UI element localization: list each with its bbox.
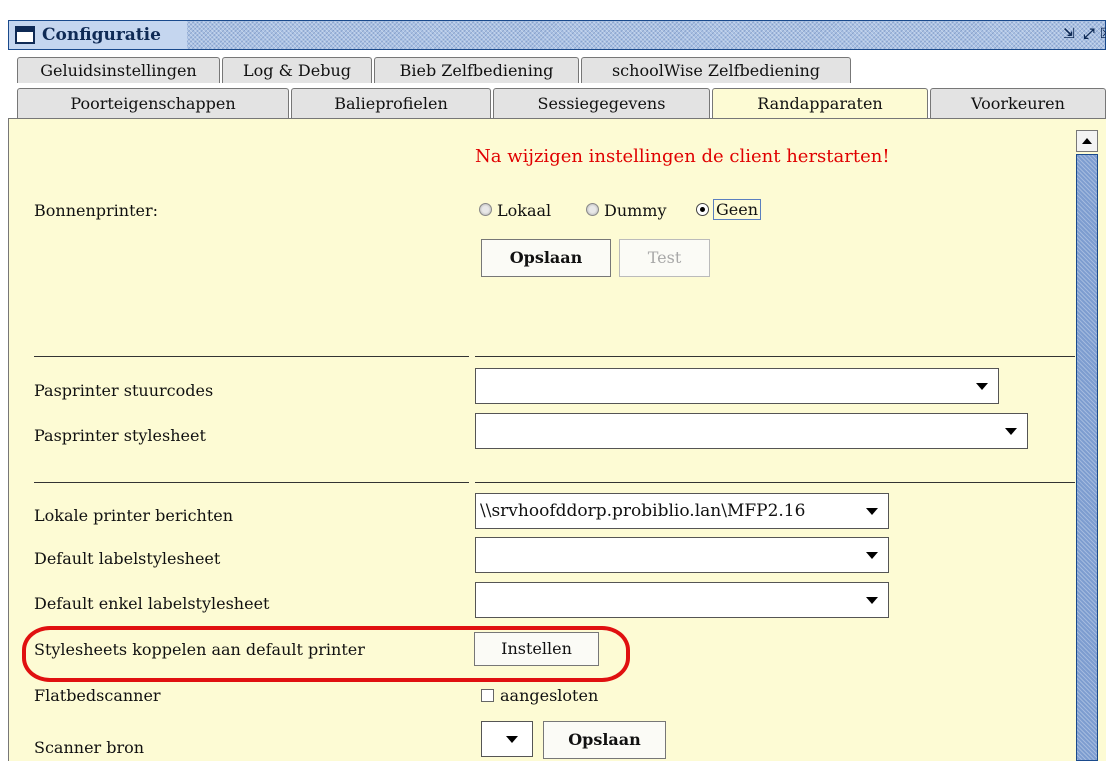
- window-icon: [15, 26, 35, 44]
- bonnenprinter-save-button[interactable]: Opslaan: [481, 239, 611, 277]
- chevron-down-icon: [506, 736, 518, 743]
- bonnenprinter-label: Bonnenprinter:: [34, 201, 159, 220]
- default-labelstylesheet-label: Default labelstylesheet: [34, 549, 221, 568]
- lokale-printer-berichten-select[interactable]: \\srvhoofddorp.probiblio.lan\MFP2.16: [475, 493, 889, 529]
- pasprinter-stylesheet-label: Pasprinter stylesheet: [34, 426, 206, 445]
- tab-poorteigenschappen[interactable]: Poorteigenschappen: [17, 88, 289, 118]
- restore-icon[interactable]: ⇲: [1059, 24, 1079, 44]
- window-title-bar[interactable]: Configuratie ⇲ ⤢ ☒: [8, 20, 1106, 50]
- flatbedscanner-label: Flatbedscanner: [34, 686, 161, 705]
- chevron-down-icon: [976, 383, 988, 390]
- pasprinter-stylesheet-select[interactable]: [475, 413, 1028, 449]
- close-icon[interactable]: ☒: [1096, 24, 1106, 44]
- scroll-thumb[interactable]: [1076, 154, 1098, 761]
- radio-geen[interactable]: [696, 203, 709, 216]
- aangesloten-checkbox[interactable]: [481, 689, 494, 702]
- chevron-down-icon: [866, 597, 878, 604]
- radio-dummy[interactable]: [586, 203, 599, 216]
- tab-geluidsinstellingen[interactable]: Geluidsinstellingen: [17, 57, 220, 83]
- separator: [475, 356, 1075, 357]
- restart-warning: Na wijzigen instellingen de client herst…: [475, 146, 890, 167]
- scanner-bron-select[interactable]: [481, 721, 533, 757]
- pasprinter-stuurcodes-label: Pasprinter stuurcodes: [34, 381, 214, 400]
- chevron-down-icon: [866, 508, 878, 515]
- tab-log-debug[interactable]: Log & Debug: [222, 57, 372, 83]
- separator: [475, 482, 1075, 483]
- title-area: Configuratie: [9, 21, 187, 49]
- vertical-scrollbar[interactable]: [1076, 130, 1098, 761]
- separator: [34, 356, 469, 357]
- default-enkel-labelstylesheet-label: Default enkel labelstylesheet: [34, 594, 270, 613]
- tab-bieb-zelfbediening[interactable]: Bieb Zelfbediening: [374, 57, 579, 83]
- scanner-bron-label: Scanner bron: [34, 738, 145, 757]
- scroll-up-icon[interactable]: [1076, 130, 1098, 152]
- lokale-printer-berichten-label: Lokale printer berichten: [34, 506, 234, 525]
- window-title: Configuratie: [42, 25, 161, 45]
- tab-voorkeuren[interactable]: Voorkeuren: [930, 88, 1106, 118]
- default-labelstylesheet-select[interactable]: [475, 537, 889, 573]
- tab-schoolwise-zelfbediening[interactable]: schoolWise Zelfbediening: [581, 57, 851, 83]
- tab-balieprofielen[interactable]: Balieprofielen: [291, 88, 491, 118]
- separator: [34, 482, 469, 483]
- bonnenprinter-test-button[interactable]: Test: [619, 239, 710, 277]
- chevron-down-icon: [866, 552, 878, 559]
- tab-randapparaten[interactable]: Randapparaten: [712, 88, 928, 118]
- chevron-down-icon: [1005, 428, 1017, 435]
- scanner-save-button[interactable]: Opslaan: [543, 721, 666, 759]
- default-enkel-labelstylesheet-select[interactable]: [475, 582, 889, 618]
- lokale-printer-berichten-value: \\srvhoofddorp.probiblio.lan\MFP2.16: [480, 501, 806, 521]
- pasprinter-stuurcodes-select[interactable]: [475, 368, 999, 404]
- highlight-annotation: [22, 626, 630, 682]
- radio-lokaal-label[interactable]: Lokaal: [497, 201, 551, 220]
- radio-geen-label[interactable]: Geen: [713, 199, 762, 220]
- tab-sessiegegevens[interactable]: Sessiegegevens: [493, 88, 710, 118]
- radio-lokaal[interactable]: [479, 203, 492, 216]
- radio-dummy-label[interactable]: Dummy: [604, 201, 667, 220]
- aangesloten-label[interactable]: aangesloten: [500, 686, 598, 705]
